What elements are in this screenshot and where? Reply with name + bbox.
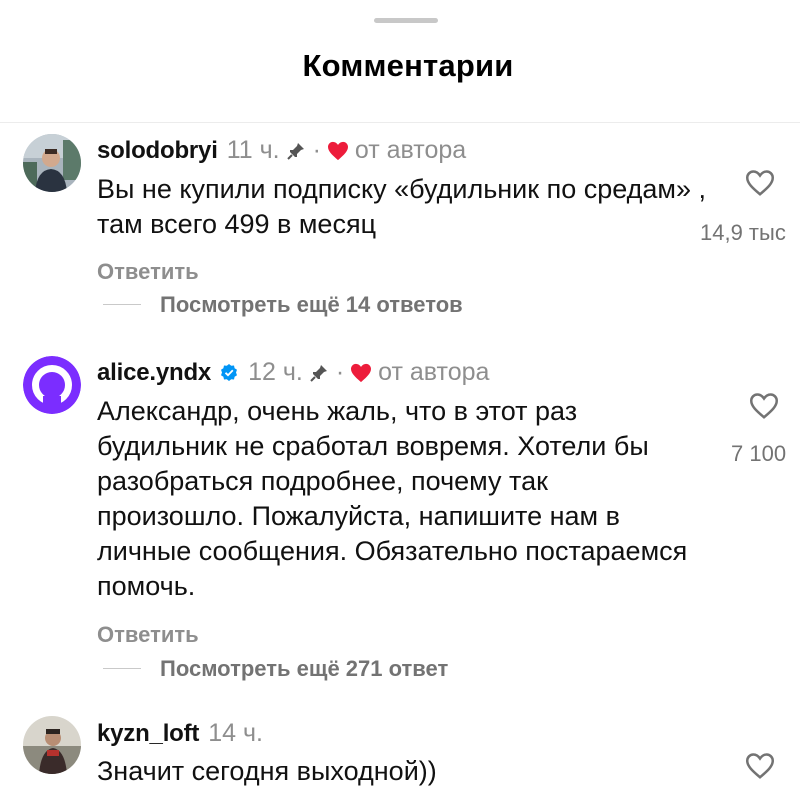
like-button[interactable] — [744, 168, 776, 198]
pin-icon — [286, 141, 306, 161]
view-more-replies-button[interactable]: Посмотреть ещё 14 ответов — [160, 292, 463, 318]
heart-outline-icon — [745, 170, 775, 196]
like-count: 14,9 тыс — [700, 220, 786, 245]
thread-line — [103, 304, 141, 305]
meta-separator: · — [335, 358, 345, 386]
author-heart-icon — [350, 363, 372, 383]
username[interactable]: alice.yndx — [97, 359, 211, 387]
like-button[interactable] — [748, 391, 780, 421]
reply-button[interactable]: Ответить — [97, 622, 199, 648]
author-heart-icon — [327, 141, 349, 161]
username[interactable]: kyzn_loft — [97, 720, 199, 748]
comment-text: Вы не купили подписку «будильник по сред… — [97, 174, 707, 239]
page-title: Комментарии — [302, 48, 514, 83]
comment-meta: kyzn_loft 14 ч. — [97, 719, 263, 748]
comment-meta: alice.yndx 12 ч. · от автора — [97, 358, 489, 387]
comment-time: 12 ч. — [248, 358, 303, 386]
avatar-photo-icon — [23, 134, 81, 192]
pin-icon — [309, 363, 329, 383]
avatar[interactable] — [23, 716, 81, 774]
sheet-grabber-handle[interactable] — [374, 18, 438, 23]
verified-badge-icon — [219, 363, 239, 383]
liked-by-author-label: от автора — [354, 136, 467, 164]
heart-outline-icon — [749, 393, 779, 419]
comment-meta: solodobryi 11 ч. · от автора — [97, 136, 466, 165]
view-more-replies-button[interactable]: Посмотреть ещё 271 ответ — [160, 656, 448, 682]
avatar[interactable] — [23, 134, 81, 192]
thread-line — [103, 668, 141, 669]
reply-button[interactable]: Ответить — [97, 259, 199, 285]
comment-text: Александр, очень жаль, что в этот раз бу… — [97, 396, 688, 601]
heart-outline-icon — [745, 753, 775, 779]
header-divider — [0, 122, 800, 123]
avatar[interactable] — [23, 356, 81, 414]
meta-separator: · — [312, 136, 321, 164]
comments-sheet: Комментарии solodobryi 11 ч. · от автора… — [0, 0, 800, 792]
comment-time: 11 ч. — [226, 136, 280, 164]
comment-text: Значит сегодня выходной)) — [97, 756, 437, 786]
liked-by-author-label: от автора — [378, 358, 490, 386]
like-count: 7 100 — [731, 441, 787, 466]
username[interactable]: solodobryi — [97, 137, 218, 165]
alice-logo-icon — [23, 356, 81, 414]
like-button[interactable] — [744, 751, 776, 781]
avatar-photo-icon — [23, 716, 81, 774]
comment-time: 14 ч. — [208, 719, 263, 747]
